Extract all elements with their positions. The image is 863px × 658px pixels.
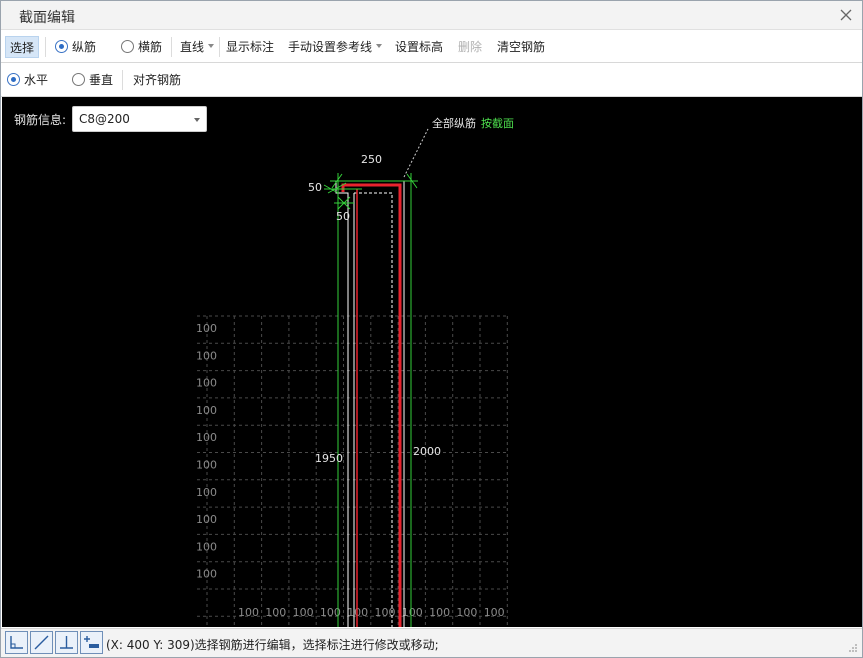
toolbar-divider xyxy=(219,37,220,57)
align-rebar-button[interactable]: 对齐钢筋 xyxy=(133,63,181,96)
grid-label-row: 100 xyxy=(196,431,217,444)
grid-label-col: 100 xyxy=(429,606,450,619)
toolbar-divider xyxy=(171,37,172,57)
set-elevation-label: 设置标高 xyxy=(395,39,444,54)
window-title: 截面编辑 xyxy=(19,10,75,26)
radio-unchecked-icon xyxy=(72,73,85,86)
grid-label-col: 100 xyxy=(484,606,505,619)
manual-ref-label: 手动设置参考线 xyxy=(288,39,373,54)
section-outline[interactable] xyxy=(335,180,405,627)
rebar-path[interactable] xyxy=(341,183,402,627)
longitudinal-radio[interactable]: 纵筋 xyxy=(55,30,96,62)
leader-line xyxy=(403,128,429,178)
rebar-info-value: C8@200 xyxy=(79,112,130,126)
drawing-canvas[interactable]: 100 100 100 100 100 100 100 100 100 100 100 100 100 1… xyxy=(2,97,862,627)
dim-1950-label[interactable]: 1950 xyxy=(315,452,343,465)
dim-50-label[interactable]: 50 xyxy=(308,181,322,194)
perpendicular-snap-icon[interactable] xyxy=(55,631,78,654)
secondary-toolbar: 水平 垂直 对齐钢筋 xyxy=(1,63,862,97)
section-drawing[interactable]: 100 100 100 100 100 100 100 100 100 100 100 100 100 1… xyxy=(2,97,862,627)
point-snap-icon[interactable] xyxy=(80,631,103,654)
rebar-info-label: 钢筋信息: xyxy=(14,113,67,127)
set-elevation-button[interactable]: 设置标高 xyxy=(395,30,443,62)
resize-grip-icon[interactable] xyxy=(848,643,858,653)
grid-label-row: 100 xyxy=(196,459,217,472)
grid-label-row: 100 xyxy=(196,349,217,362)
dim-2000-label[interactable]: 2000 xyxy=(413,445,441,458)
transverse-radio[interactable]: 横筋 xyxy=(121,30,162,62)
grid-label-col: 100 xyxy=(238,606,259,619)
main-toolbar: 选择 纵筋 横筋 直线 显示标注 手动设置参考线 设置标高 删除 清空钢筋 xyxy=(1,30,862,63)
select-button-label: 选择 xyxy=(10,40,35,55)
transverse-label: 横筋 xyxy=(138,39,163,54)
grid-label-row: 100 xyxy=(196,568,217,581)
grid-label-col: 100 xyxy=(293,606,314,619)
clear-rebar-button[interactable]: 清空钢筋 xyxy=(497,30,545,62)
line-label: 直线 xyxy=(180,39,205,54)
grid-label-row: 100 xyxy=(196,377,217,390)
radio-checked-icon xyxy=(7,73,20,86)
select-button[interactable]: 选择 xyxy=(5,36,40,58)
horizontal-label: 水平 xyxy=(24,73,49,87)
manual-ref-dropdown[interactable]: 手动设置参考线 xyxy=(288,30,383,62)
grid-label-col: 100 xyxy=(456,606,477,619)
toolbar-divider xyxy=(45,37,46,57)
line-dropdown[interactable]: 直线 xyxy=(180,30,215,62)
grid-label-row: 100 xyxy=(196,540,217,553)
grid-label-row: 100 xyxy=(196,322,217,335)
show-dims-button[interactable]: 显示标注 xyxy=(226,30,274,62)
title-bar: 截面编辑 xyxy=(1,1,862,30)
delete-button[interactable]: 删除 xyxy=(458,30,482,62)
line-snap-icon[interactable] xyxy=(30,631,53,654)
dim-250-label[interactable]: 250 xyxy=(361,153,382,166)
grid-label-row: 100 xyxy=(196,513,217,526)
dim-corner-label[interactable]: 50 xyxy=(336,210,350,223)
grid-label-col: 100 xyxy=(402,606,423,619)
rebar-info-select[interactable]: C8@200 xyxy=(72,106,207,132)
clear-rebar-label: 清空钢筋 xyxy=(497,39,546,54)
horizontal-radio[interactable]: 水平 xyxy=(7,63,48,96)
status-text: (X: 400 Y: 309)选择钢筋进行编辑，选择标注进行修改或移动; xyxy=(106,638,439,652)
show-dims-label: 显示标注 xyxy=(226,39,275,54)
grid-label-row: 100 xyxy=(196,404,217,417)
vertical-radio[interactable]: 垂直 xyxy=(72,63,113,96)
chevron-down-icon xyxy=(376,44,383,48)
all-longitudinal-label[interactable]: 全部纵筋 xyxy=(432,116,476,130)
grid-label-row: 100 xyxy=(196,486,217,499)
delete-label: 删除 xyxy=(458,39,483,54)
chevron-down-icon xyxy=(208,44,215,48)
status-bar: (X: 400 Y: 309)选择钢筋进行编辑，选择标注进行修改或移动; xyxy=(1,628,862,657)
toolbar-divider xyxy=(122,70,123,90)
longitudinal-label: 纵筋 xyxy=(72,39,97,54)
by-section-link[interactable]: 按截面 xyxy=(481,116,514,130)
chevron-down-icon xyxy=(194,118,200,122)
align-rebar-label: 对齐钢筋 xyxy=(133,73,182,87)
close-icon[interactable] xyxy=(836,5,856,25)
radio-checked-icon xyxy=(55,39,68,53)
grid-label-col: 100 xyxy=(265,606,286,619)
vertical-label: 垂直 xyxy=(89,73,114,87)
orthogonal-snap-icon[interactable] xyxy=(5,631,28,654)
section-editor-window: 截面编辑 选择 纵筋 横筋 直线 显示标注 手动设置参考线 设置标高 删除 清空… xyxy=(0,0,863,658)
radio-unchecked-icon xyxy=(121,39,134,53)
reference-grid: 100 100 100 100 100 100 100 100 100 100 100 100 100 1… xyxy=(196,315,508,627)
